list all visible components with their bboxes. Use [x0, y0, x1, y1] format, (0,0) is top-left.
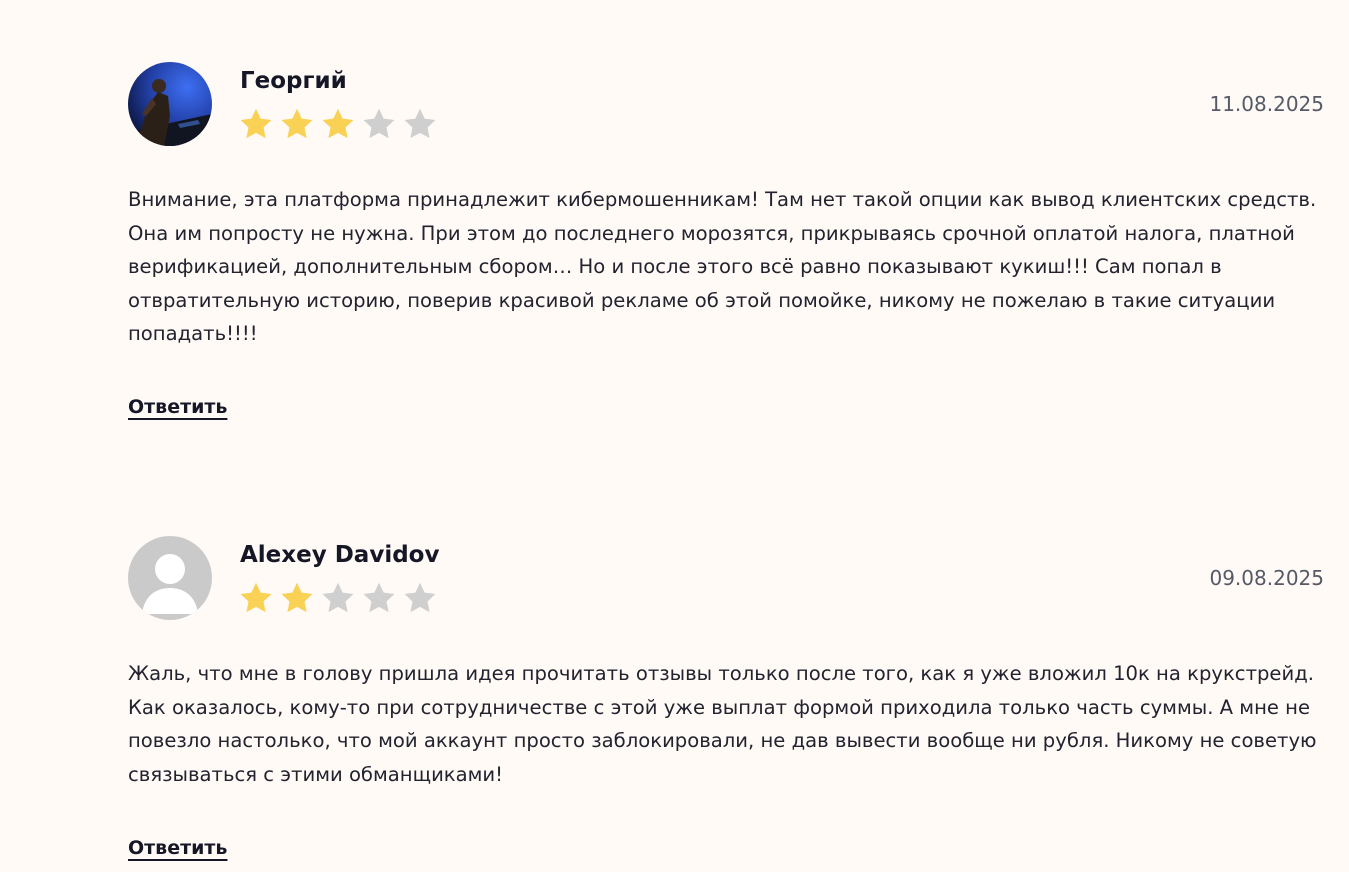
review-author: Alexey Davidov — [240, 542, 440, 568]
star-empty-icon — [404, 582, 436, 613]
star-empty-icon — [363, 582, 395, 613]
avatar-photo-icon — [128, 62, 212, 146]
star-filled-icon — [322, 108, 354, 139]
star-filled-icon — [240, 108, 272, 139]
reply-link[interactable]: Ответить — [128, 837, 227, 859]
star-filled-icon — [240, 582, 272, 613]
star-rating — [238, 580, 438, 616]
star-rating — [238, 106, 438, 142]
user-avatar-photo — [128, 62, 212, 146]
review-author: Георгий — [240, 68, 347, 94]
star-filled-icon — [281, 582, 313, 613]
default-user-icon — [128, 536, 212, 620]
review-text: Жаль, что мне в голову пришла идея прочи… — [128, 662, 1317, 786]
review-text: Внимание, эта платформа принадлежит кибе… — [128, 188, 1317, 345]
star-empty-icon — [322, 582, 354, 613]
star-filled-icon — [281, 108, 313, 139]
star-empty-icon — [363, 108, 395, 139]
reply-link[interactable]: Ответить — [128, 396, 227, 418]
review-date: 09.08.2025 — [1209, 566, 1324, 590]
review-date: 11.08.2025 — [1209, 92, 1324, 116]
star-empty-icon — [404, 108, 436, 139]
user-avatar-default — [128, 536, 212, 620]
